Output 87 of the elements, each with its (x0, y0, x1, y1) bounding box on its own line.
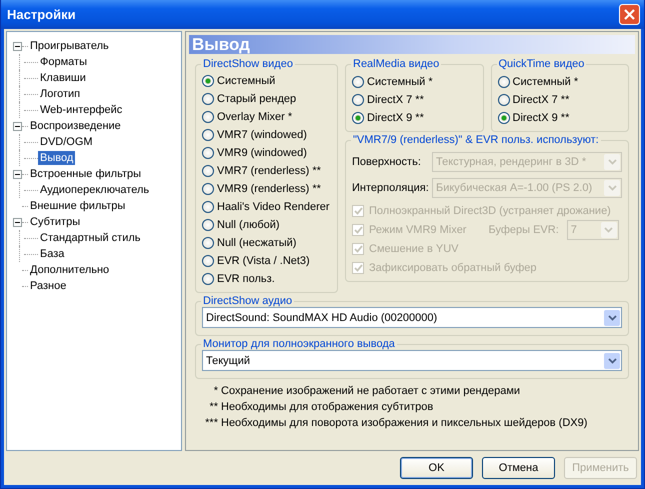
dialog-button[interactable]: OK (400, 457, 473, 479)
option-label: VMR9 (renderless) ** (217, 183, 321, 195)
footnote-text: Необходимы для отображения субтитров (221, 401, 434, 415)
footnote-text: Сохранение изображений не работает с этими рендерами (221, 385, 520, 399)
option-label: VMR7 (windowed) (217, 129, 307, 141)
footnote-mark: ** (208, 401, 218, 415)
tree-item[interactable]: Разное (28, 279, 68, 293)
tree-item[interactable]: Аудиопереключатель (38, 183, 152, 197)
collapse-icon[interactable] (13, 122, 22, 130)
chevron-down-icon (604, 226, 614, 232)
option-label: VMR9 (windowed) (217, 147, 307, 159)
tree-item[interactable]: Внешние фильтры (28, 199, 128, 213)
group-title: DirectShow аудио (202, 295, 294, 307)
tree-item[interactable]: Проигрыватель (28, 39, 111, 53)
tree-item[interactable]: Стандартный стиль (38, 231, 143, 245)
option-label: Haali's Video Renderer (217, 201, 330, 213)
footnote-text: Необходимы для поворота изображения и пиксельных шейдеров (DX9) (221, 417, 588, 431)
chevron-down-icon (608, 159, 616, 165)
tree-item[interactable]: База (38, 247, 66, 261)
tree-item[interactable]: Субтитры (28, 215, 82, 229)
tree-item[interactable]: Web-интерфейс (38, 103, 124, 117)
checkmark-icon (354, 264, 362, 272)
radio-button[interactable] (202, 147, 214, 159)
dropdown[interactable]: DirectSound: SoundMAX HD Audio (00200000) (202, 307, 622, 328)
radio-button[interactable] (202, 201, 214, 213)
radio-button[interactable] (202, 111, 214, 123)
field-label: Интерполяция: (352, 182, 430, 194)
option-label: Системный * (512, 76, 578, 88)
radio-button[interactable] (202, 165, 214, 177)
option-label: DirectX 7 ** (512, 94, 570, 106)
radio-button[interactable] (202, 129, 214, 141)
radio-button[interactable] (352, 76, 364, 88)
tree-item[interactable]: Форматы (38, 55, 89, 69)
footnote-mark: *** (204, 417, 218, 431)
footnote-mark: * (212, 385, 218, 399)
chevron-down-icon (608, 314, 616, 320)
option-label: DirectX 9 ** (512, 112, 570, 124)
group-title: RealMedia видео (352, 58, 440, 70)
radio-button[interactable] (202, 255, 214, 267)
tree-item[interactable]: Встроенные фильтры (28, 167, 144, 181)
option-label: VMR7 (renderless) ** (217, 165, 321, 177)
option-label: EVR польз. (217, 273, 275, 285)
chevron-down-icon (608, 185, 616, 191)
tree-item[interactable]: Вывод (38, 151, 76, 165)
tree-item[interactable]: Дополнительно (28, 263, 112, 277)
page-title: Вывод (192, 35, 250, 54)
radio-button[interactable] (202, 75, 214, 87)
tree-item[interactable]: Логотип (38, 87, 82, 101)
collapse-icon[interactable] (13, 218, 22, 226)
checkmark-icon (354, 244, 362, 252)
group-title: Монитор для полноэкранного вывода (202, 338, 396, 350)
option-label: Null (любой) (217, 219, 280, 231)
radio-button[interactable] (202, 219, 214, 231)
option-label: Системный (217, 75, 276, 87)
dropdown[interactable]: Текущий (202, 350, 622, 371)
option-label: Null (несжатый) (217, 237, 296, 249)
radio-button[interactable] (498, 94, 510, 106)
option-label: Overlay Mixer * (217, 111, 292, 123)
field-label: Поверхность: (352, 156, 422, 168)
collapse-icon[interactable] (13, 170, 22, 178)
checkmark-icon (354, 206, 362, 214)
radio-button[interactable] (202, 273, 214, 285)
option-label: DirectX 9 ** (367, 112, 424, 124)
tree-item[interactable]: Воспроизведение (28, 119, 123, 133)
tree-item[interactable]: DVD/OGM (38, 135, 95, 149)
radio-button[interactable] (352, 112, 364, 124)
option-label: DirectX 7 ** (367, 94, 424, 106)
window-title: Настройки (7, 7, 76, 22)
radio-button[interactable] (202, 183, 214, 195)
close-icon[interactable] (619, 4, 640, 25)
radio-button[interactable] (352, 94, 364, 106)
collapse-icon[interactable] (13, 42, 22, 50)
dialog-button[interactable]: Отмена (482, 457, 555, 479)
option-label: Старый рендер (217, 93, 296, 105)
radio-button[interactable] (202, 93, 214, 105)
group-title: DirectShow видео (202, 58, 294, 70)
option-label: EVR (Vista / .Net3) (217, 255, 310, 267)
option-label: Системный * (367, 76, 433, 88)
field-label: Буферы EVR: (488, 224, 559, 236)
radio-button[interactable] (498, 112, 510, 124)
radio-button[interactable] (498, 76, 510, 88)
group-title: "VMR7/9 (renderless)" & EVR польз. используют: (352, 134, 600, 146)
checkmark-icon (354, 226, 362, 234)
chevron-down-icon (608, 358, 616, 364)
tree-item[interactable]: Клавиши (38, 71, 88, 85)
radio-button[interactable] (202, 237, 214, 249)
group-title: QuickTime видео (498, 58, 586, 70)
